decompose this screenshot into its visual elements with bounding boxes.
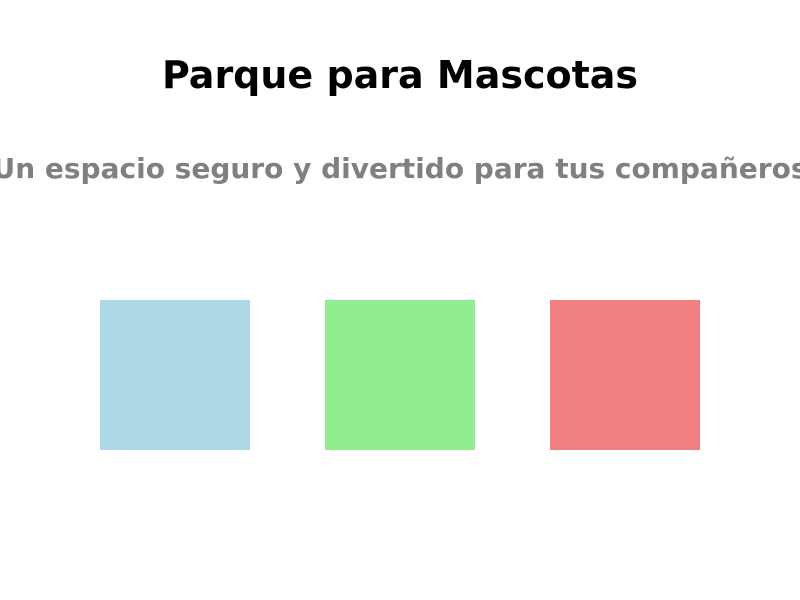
light-blue-square xyxy=(100,300,250,450)
light-green-square xyxy=(325,300,475,450)
light-coral-square xyxy=(550,300,700,450)
page-subtitle: Un espacio seguro y divertido para tus c… xyxy=(0,152,800,185)
page-canvas: Parque para Mascotas Un espacio seguro y… xyxy=(0,0,800,600)
page-title: Parque para Mascotas xyxy=(161,53,639,97)
